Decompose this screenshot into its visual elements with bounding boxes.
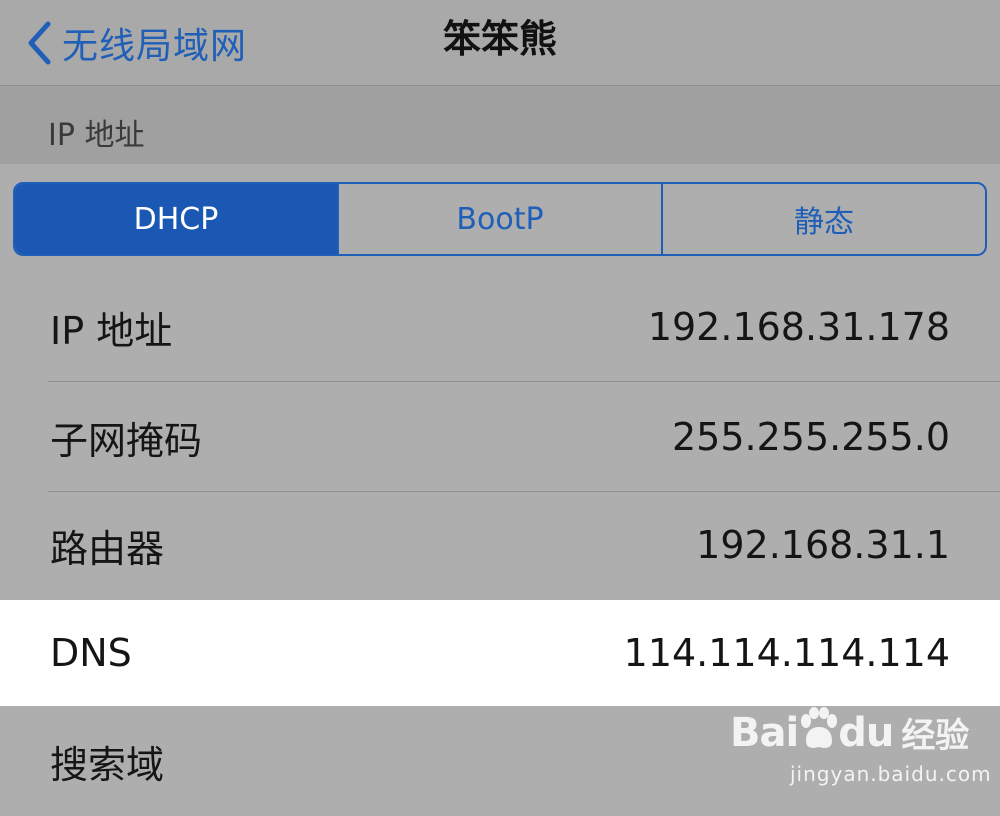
row-label: DNS xyxy=(50,631,132,675)
segment-static[interactable]: 静态 xyxy=(661,184,985,254)
watermark-url: jingyan.baidu.com xyxy=(790,762,992,786)
page-title: 笨笨熊 xyxy=(442,16,557,61)
watermark-brand-latin: Bai xyxy=(730,709,799,756)
section-header xyxy=(0,86,1000,164)
row-subnet-mask[interactable]: 子网掩码 255.255.255.0 xyxy=(0,382,1000,492)
baidu-watermark: Bai du 经验 jingyan.baidu.com xyxy=(730,706,991,790)
paw-icon xyxy=(798,706,838,751)
row-label: 子网掩码 xyxy=(50,418,203,463)
row-label: 搜索域 xyxy=(50,742,165,787)
row-value: 192.168.31.1 xyxy=(696,523,950,567)
ip-mode-segmented-control: DHCP BootP 静态 xyxy=(13,182,987,256)
row-label: 路由器 xyxy=(50,526,165,571)
row-dns[interactable]: DNS 114.114.114.114 xyxy=(0,600,1000,706)
watermark-brand-cn: 经验 xyxy=(901,716,970,756)
section-header-label: IP 地址 xyxy=(48,118,145,153)
row-ip-address[interactable]: IP 地址 192.168.31.178 xyxy=(0,272,1000,382)
row-value: 255.255.255.0 xyxy=(671,415,950,459)
segment-bootp[interactable]: BootP xyxy=(337,184,661,254)
segment-dhcp[interactable]: DHCP xyxy=(15,184,337,254)
navigation-bar: 无线局域网 笨笨熊 xyxy=(0,0,1000,86)
row-value: 114.114.114.114 xyxy=(623,631,950,675)
row-router[interactable]: 路由器 192.168.31.1 xyxy=(0,490,1000,600)
row-value: 192.168.31.178 xyxy=(647,305,950,349)
row-label: IP 地址 xyxy=(50,308,173,353)
watermark-brand-latin-suffix: du xyxy=(838,709,894,756)
